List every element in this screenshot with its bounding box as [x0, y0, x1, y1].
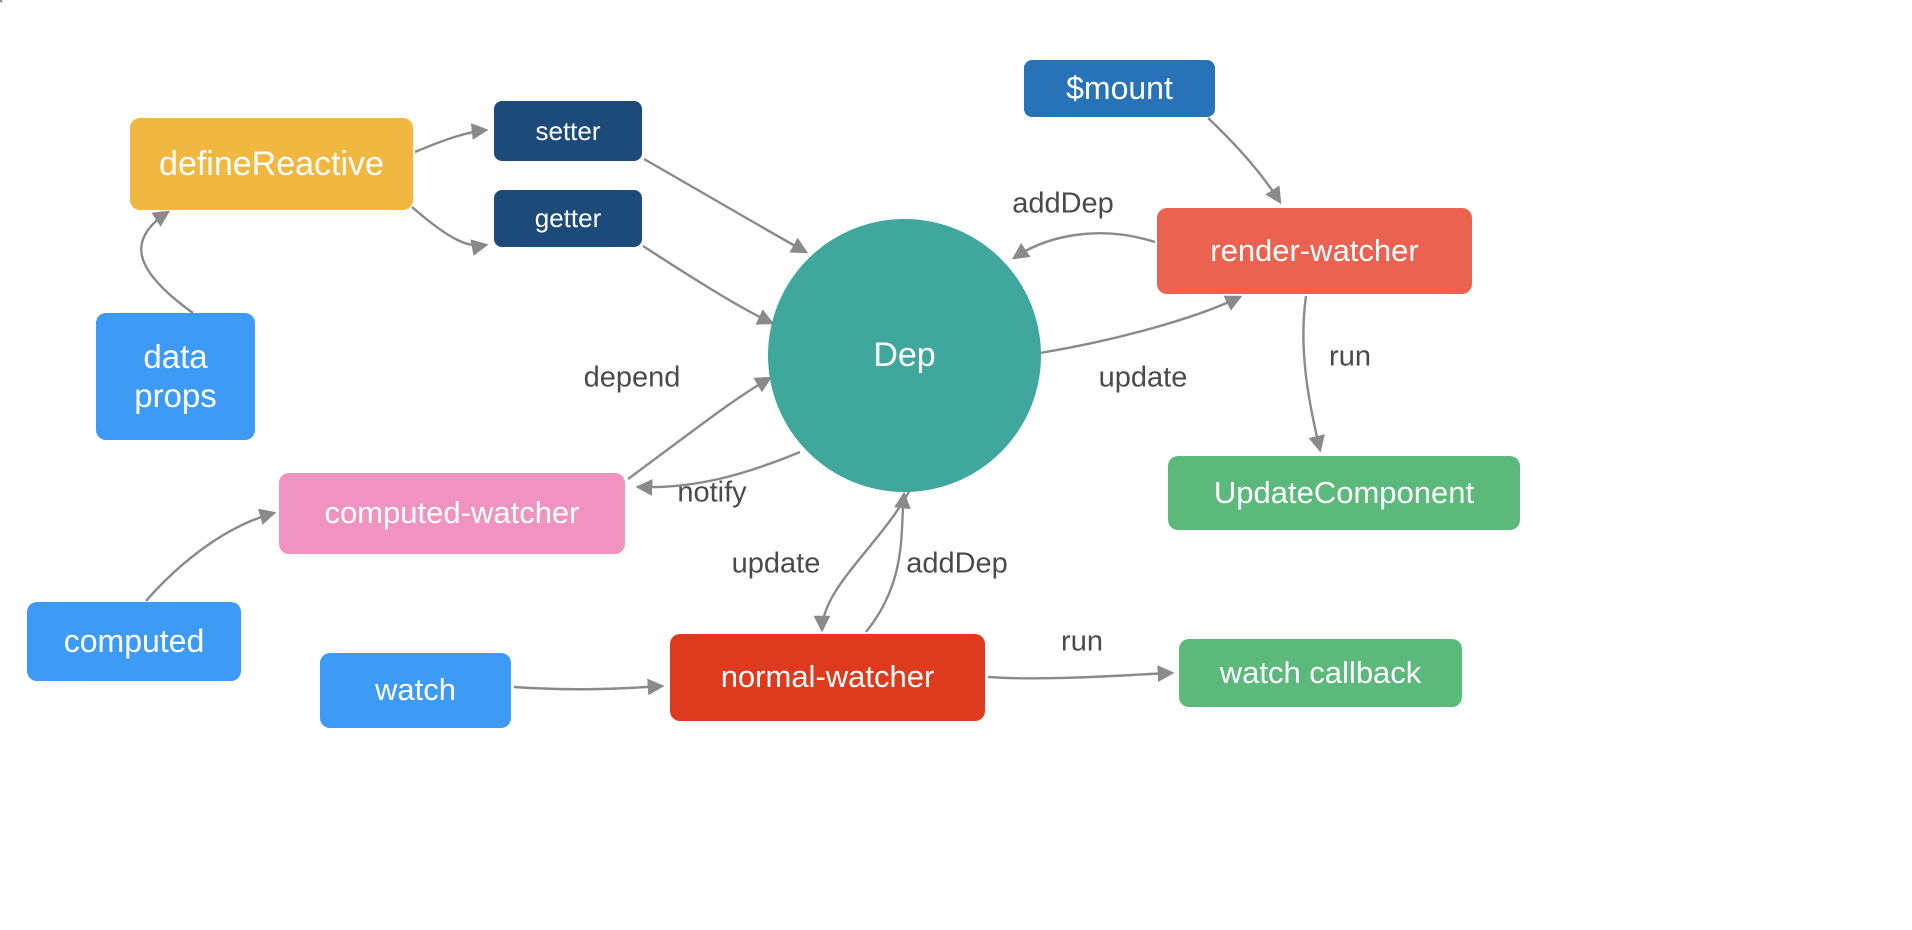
- edge-mount-to-renderwatcher: [1207, 117, 1282, 205]
- edge-dep-to-normalwatcher-2: [813, 489, 912, 633]
- node-setter[interactable]: setter: [494, 101, 642, 161]
- edge-label-update-render: update: [1098, 361, 1188, 394]
- edge-renderwatcher-to-updatecomponent: [1302, 295, 1325, 453]
- edge-label-depend: depend: [583, 361, 681, 394]
- node-definereactive[interactable]: defineReactive: [130, 118, 413, 210]
- edge-label-adddep-render: addDep: [1012, 187, 1114, 220]
- edge-label-notify: notify: [677, 476, 747, 509]
- diagram-canvas: defineReactive setter getter data props …: [0, 0, 1912, 930]
- node-mount[interactable]: $mount: [1024, 60, 1215, 117]
- node-dep[interactable]: Dep: [768, 219, 1041, 492]
- node-render-watcher[interactable]: render-watcher: [1157, 208, 1472, 294]
- edge-watch-to-normalwatcher: [513, 678, 665, 696]
- edge-computed-to-computedwatcher: [145, 508, 277, 602]
- edge-definereactive-to-setter: [414, 123, 489, 154]
- node-computed-watcher[interactable]: computed-watcher: [279, 473, 625, 554]
- edge-definereactive-to-getter: [411, 206, 489, 256]
- node-watch-callback[interactable]: watch callback: [1179, 639, 1462, 707]
- edge-label-run-update-component: run: [1329, 340, 1371, 373]
- edge-label-adddep-normal: addDep: [906, 547, 1008, 580]
- edge-dep-to-renderwatcher: [1039, 295, 1243, 355]
- node-update-component[interactable]: UpdateComponent: [1168, 456, 1520, 530]
- edge-normalwatcher-to-watchcallback: [987, 665, 1175, 682]
- edge-dataprops-to-definereactive: [140, 210, 194, 314]
- edge-label-run-watch-callback: run: [1061, 625, 1103, 658]
- edge-normalwatcher-to-dep: [865, 491, 911, 633]
- node-getter[interactable]: getter: [494, 190, 642, 247]
- node-watch[interactable]: watch: [320, 653, 511, 728]
- edge-getter-to-dep: [642, 244, 775, 325]
- node-data-props[interactable]: data props: [96, 313, 255, 440]
- edge-setter-to-dep: [643, 157, 809, 254]
- node-normal-watcher[interactable]: normal-watcher: [670, 634, 985, 721]
- node-computed[interactable]: computed: [27, 602, 241, 681]
- edge-label-update-normal: update: [731, 547, 821, 580]
- edge-renderwatcher-to-dep: [1011, 232, 1156, 260]
